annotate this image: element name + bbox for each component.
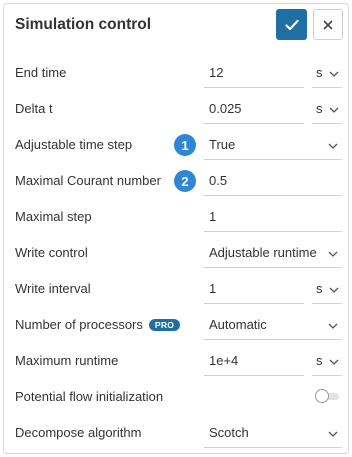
chevron-down-icon — [328, 143, 338, 149]
delta-t-unit-select[interactable]: s — [312, 94, 342, 124]
toggle-knob — [315, 389, 329, 403]
decompose-value: Scotch — [209, 425, 249, 440]
chevron-down-icon — [328, 431, 338, 437]
decompose-select[interactable]: Scotch — [204, 418, 342, 448]
delta-t-input[interactable]: 0.025 — [204, 94, 304, 124]
potential-flow-toggle[interactable] — [315, 389, 339, 403]
end-time-unit-value: s — [316, 65, 323, 80]
row-decompose: Decompose algorithm Scotch — [4, 415, 348, 451]
row-num-processors: Number of processors PRO Automatic — [4, 307, 348, 343]
max-step-input[interactable]: 1 — [204, 202, 342, 232]
max-runtime-input[interactable]: 1e+4 — [204, 346, 304, 376]
end-time-unit-select[interactable]: s — [312, 58, 342, 88]
simulation-control-panel: Simulation control End time 12 s Delta t… — [3, 3, 349, 454]
checkmark-icon — [284, 19, 299, 30]
chevron-down-icon — [329, 287, 339, 293]
write-interval-unit-select[interactable]: s — [312, 274, 342, 304]
max-runtime-unit-value: s — [316, 353, 323, 368]
delta-t-label: Delta t — [15, 101, 53, 116]
write-control-label: Write control — [15, 245, 88, 260]
write-control-value: Adjustable runtime — [209, 245, 317, 260]
row-max-step: Maximal step 1 — [4, 199, 348, 235]
row-end-time: End time 12 s — [4, 55, 348, 91]
confirm-button[interactable] — [276, 9, 307, 40]
row-max-runtime: Maximum runtime 1e+4 s — [4, 343, 348, 379]
panel-header: Simulation control — [4, 4, 348, 48]
delta-t-unit-value: s — [316, 101, 323, 116]
pro-badge: PRO — [148, 319, 181, 331]
write-control-select[interactable]: Adjustable runtime — [204, 238, 342, 268]
adjustable-time-step-select[interactable]: True — [204, 130, 342, 160]
max-courant-label: Maximal Courant number — [15, 173, 161, 188]
end-time-label: End time — [15, 65, 67, 80]
adjustable-time-step-label: Adjustable time step — [15, 137, 133, 152]
chevron-down-icon — [329, 71, 339, 77]
max-runtime-label: Maximum runtime — [15, 353, 119, 368]
max-step-label: Maximal step — [15, 209, 92, 224]
max-runtime-unit-select[interactable]: s — [312, 346, 342, 376]
chevron-down-icon — [329, 107, 339, 113]
row-max-courant: Maximal Courant number 2 0.5 — [4, 163, 348, 199]
write-interval-unit-value: s — [316, 281, 323, 296]
row-potential-flow: Potential flow initialization — [4, 379, 348, 415]
step-badge-2: 2 — [174, 170, 196, 192]
num-processors-select[interactable]: Automatic — [204, 310, 342, 340]
adjustable-time-step-value: True — [209, 137, 236, 152]
decompose-label: Decompose algorithm — [15, 425, 142, 440]
chevron-down-icon — [328, 251, 338, 257]
row-write-control: Write control Adjustable runtime — [4, 235, 348, 271]
num-processors-value: Automatic — [209, 317, 267, 332]
row-write-interval: Write interval 1 s — [4, 271, 348, 307]
num-processors-label-text: Number of processors — [15, 317, 143, 332]
write-interval-label: Write interval — [15, 281, 91, 296]
num-processors-label: Number of processors PRO — [15, 317, 181, 332]
panel-title: Simulation control — [15, 16, 152, 33]
max-courant-input[interactable]: 0.5 — [204, 166, 342, 196]
row-delta-t: Delta t 0.025 s — [4, 91, 348, 127]
chevron-down-icon — [328, 323, 338, 329]
potential-flow-label: Potential flow initialization — [15, 389, 164, 404]
step-badge-1: 1 — [174, 134, 196, 156]
end-time-input[interactable]: 12 — [204, 58, 304, 88]
close-icon — [323, 20, 333, 29]
write-interval-input[interactable]: 1 — [204, 274, 304, 304]
close-button[interactable] — [313, 9, 343, 40]
chevron-down-icon — [329, 359, 339, 365]
row-adjustable-time-step: Adjustable time step 1 True — [4, 127, 348, 163]
